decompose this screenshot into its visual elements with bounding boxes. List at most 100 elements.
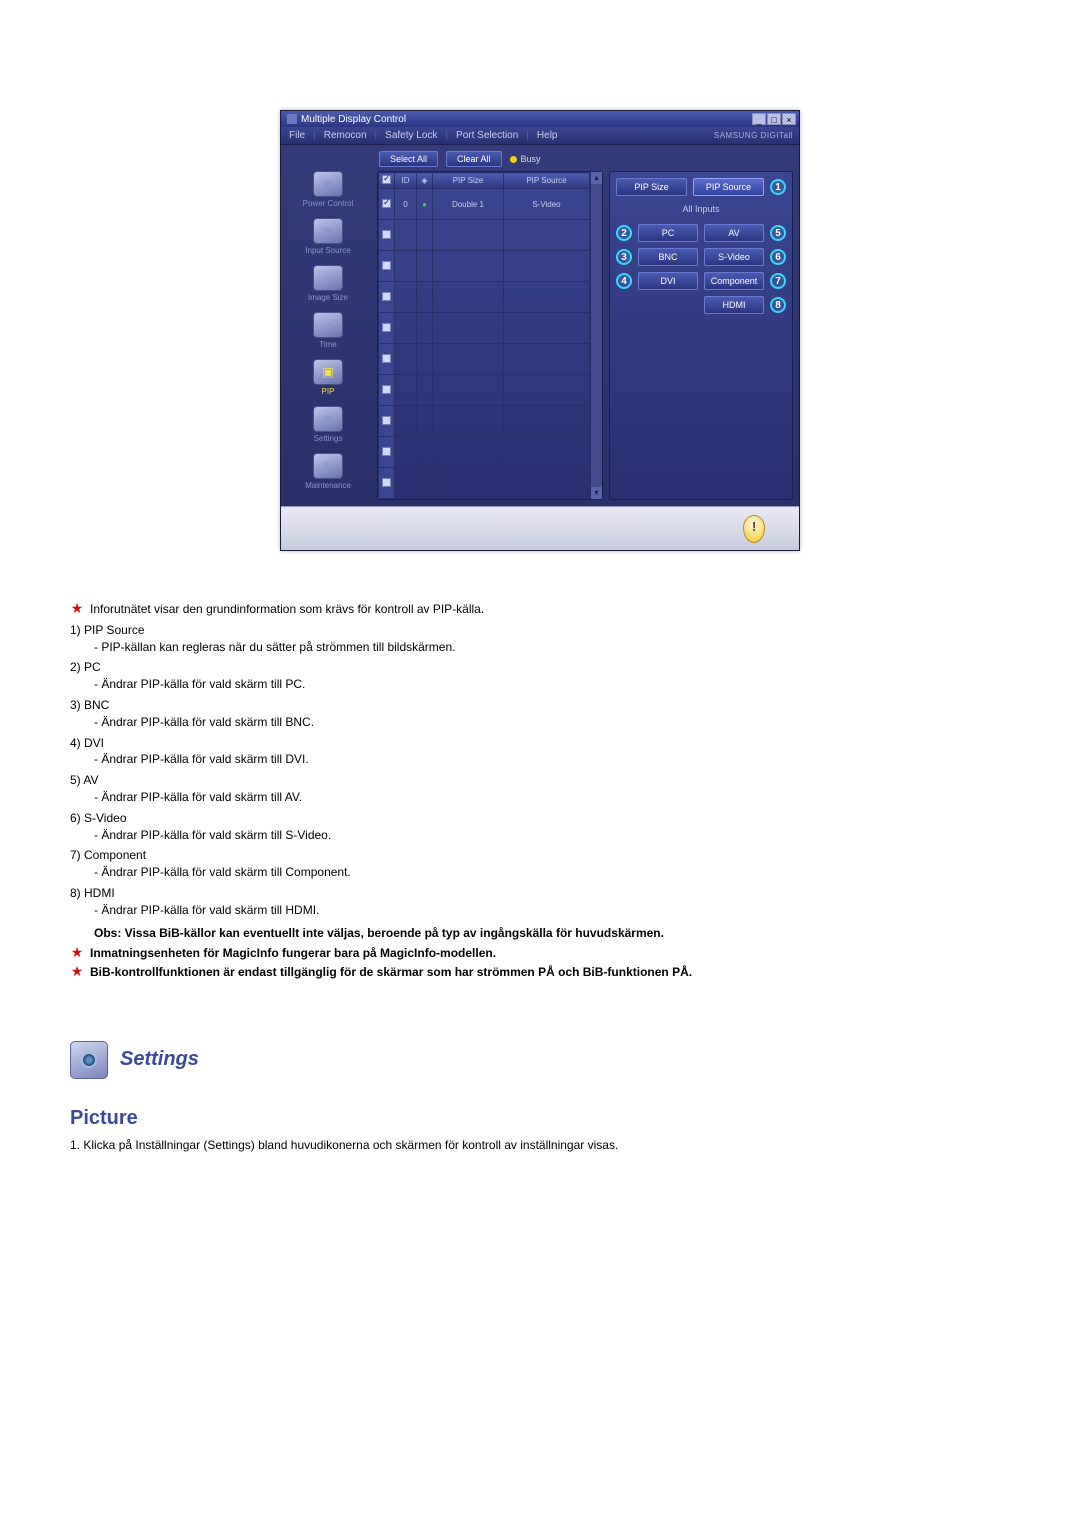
- sidebar-item-time[interactable]: ◔ Time: [313, 312, 343, 349]
- table-row[interactable]: [379, 375, 590, 406]
- cell-id: [395, 251, 417, 282]
- cell-id: [395, 344, 417, 375]
- cell-pip-size: [433, 282, 504, 313]
- menu-safety-lock[interactable]: Safety Lock: [383, 130, 439, 141]
- list-lead: HDMI: [70, 886, 115, 900]
- s-video-button[interactable]: S-Video: [704, 248, 764, 266]
- cell-pip-source: [503, 468, 589, 499]
- cell-pip-source: [503, 313, 589, 344]
- cell-status: [417, 344, 433, 375]
- sidebar-item-label: Time: [319, 340, 336, 349]
- picture-steps: Klicka på Inställningar (Settings) bland…: [70, 1138, 1010, 1152]
- busy-dot-icon: [510, 156, 517, 163]
- cell-pip-size: [433, 468, 504, 499]
- sidebar-item-settings[interactable]: ◉ Settings: [313, 406, 343, 443]
- list-item: PIP Source- PIP-källan kan regleras när …: [70, 622, 1010, 656]
- scroll-down-icon[interactable]: ▾: [591, 487, 602, 499]
- table-row[interactable]: [379, 220, 590, 251]
- row-checkbox[interactable]: [382, 447, 391, 456]
- row-checkbox[interactable]: [382, 261, 391, 270]
- status-bar: [281, 506, 799, 550]
- menu-remocon[interactable]: Remocon: [322, 130, 369, 141]
- dvi-button[interactable]: DVI: [638, 272, 698, 290]
- table-row[interactable]: [379, 251, 590, 282]
- pip-source-button[interactable]: PIP Source: [693, 178, 764, 196]
- list-lead: AV: [70, 773, 98, 787]
- picture-title: Picture: [70, 1107, 1010, 1130]
- col-checkbox[interactable]: [379, 173, 395, 189]
- table-row[interactable]: [379, 468, 590, 499]
- row-checkbox[interactable]: [382, 416, 391, 425]
- sidebar-item-image-size[interactable]: ◎ Image Size: [308, 265, 348, 302]
- table-row[interactable]: [379, 313, 590, 344]
- sidebar-item-maintenance[interactable]: ✎ Maintenance: [305, 453, 351, 490]
- cell-status: [417, 220, 433, 251]
- input-source-icon: ▣: [313, 218, 343, 244]
- col-pip-size[interactable]: PIP Size: [433, 173, 504, 189]
- list-item: HDMI- Ändrar PIP-källa för vald skärm ti…: [70, 885, 1010, 919]
- av-button[interactable]: AV: [704, 224, 764, 242]
- col-id[interactable]: ID: [395, 173, 417, 189]
- cell-pip-source: [503, 220, 589, 251]
- component-button[interactable]: Component: [704, 272, 764, 290]
- sidebar-item-input-source[interactable]: ▣ Input Source: [305, 218, 350, 255]
- cell-pip-size: Double 1: [433, 189, 504, 220]
- toolbar: Select All Clear All Busy: [377, 151, 793, 171]
- window-minimize-button[interactable]: _: [752, 113, 766, 125]
- app-icon: [287, 114, 297, 124]
- cell-status: [417, 251, 433, 282]
- cell-pip-source: S-Video: [503, 189, 589, 220]
- menu-port-selection[interactable]: Port Selection: [454, 130, 520, 141]
- cell-id: [395, 282, 417, 313]
- obs-text: Obs: Vissa BiB-källor kan eventuellt int…: [94, 925, 1010, 942]
- table-row[interactable]: [379, 282, 590, 313]
- sidebar-item-label: Power Control: [303, 199, 354, 208]
- cell-id: [395, 220, 417, 251]
- image-size-icon: ◎: [313, 265, 343, 291]
- data-table-panel: ID ◈ PIP Size PIP Source 0●Double 1S-Vid…: [377, 171, 603, 500]
- table-row[interactable]: [379, 437, 590, 468]
- list-item: S-Video- Ändrar PIP-källa för vald skärm…: [70, 810, 1010, 844]
- busy-label: Busy: [521, 154, 541, 164]
- pc-button[interactable]: PC: [638, 224, 698, 242]
- select-all-button[interactable]: Select All: [379, 151, 438, 167]
- cell-id: 0: [395, 189, 417, 220]
- col-status[interactable]: ◈: [417, 173, 433, 189]
- sidebar-item-power-control[interactable]: ◉ Power Control: [303, 171, 354, 208]
- scroll-up-icon[interactable]: ▴: [591, 172, 602, 184]
- table-scrollbar[interactable]: ▴ ▾: [590, 172, 602, 499]
- hdmi-button[interactable]: HDMI: [704, 296, 764, 314]
- warning-bulb-icon: [743, 515, 765, 543]
- row-checkbox[interactable]: [382, 199, 391, 208]
- row-checkbox[interactable]: [382, 354, 391, 363]
- table-row[interactable]: 0●Double 1S-Video: [379, 189, 590, 220]
- bnc-button[interactable]: BNC: [638, 248, 698, 266]
- brand-label: SAMSUNG DIGITall: [714, 131, 793, 140]
- col-pip-source[interactable]: PIP Source: [503, 173, 589, 189]
- row-checkbox[interactable]: [382, 478, 391, 487]
- app-window: Multiple Display Control _ □ × File| Rem…: [280, 110, 800, 551]
- pip-source-panel: PIP Size PIP Source 1 All Inputs 2 PC AV…: [609, 171, 793, 500]
- cell-id: [395, 468, 417, 499]
- list-body: - Ändrar PIP-källa för vald skärm till A…: [94, 789, 1010, 806]
- table-row[interactable]: [379, 344, 590, 375]
- window-close-button[interactable]: ×: [782, 113, 796, 125]
- row-checkbox[interactable]: [382, 292, 391, 301]
- menu-help[interactable]: Help: [535, 130, 560, 141]
- list-lead: PIP Source: [70, 623, 145, 637]
- table-row[interactable]: [379, 406, 590, 437]
- sidebar-item-label: Settings: [314, 434, 343, 443]
- list-item: PC- Ändrar PIP-källa för vald skärm till…: [70, 659, 1010, 693]
- clear-all-button[interactable]: Clear All: [446, 151, 502, 167]
- sidebar-item-pip[interactable]: ▣ PIP: [313, 359, 343, 396]
- row-checkbox[interactable]: [382, 323, 391, 332]
- window-restore-button[interactable]: □: [767, 113, 781, 125]
- pip-size-button[interactable]: PIP Size: [616, 178, 687, 196]
- document-text: ★ Inforutnätet visar den grundinformatio…: [70, 601, 1010, 1152]
- settings-section-icon: [70, 1041, 108, 1079]
- row-checkbox[interactable]: [382, 385, 391, 394]
- menu-file[interactable]: File: [287, 130, 307, 141]
- row-checkbox[interactable]: [382, 230, 391, 239]
- picture-step-1: Klicka på Inställningar (Settings) bland…: [70, 1138, 1010, 1152]
- list-lead: BNC: [70, 698, 109, 712]
